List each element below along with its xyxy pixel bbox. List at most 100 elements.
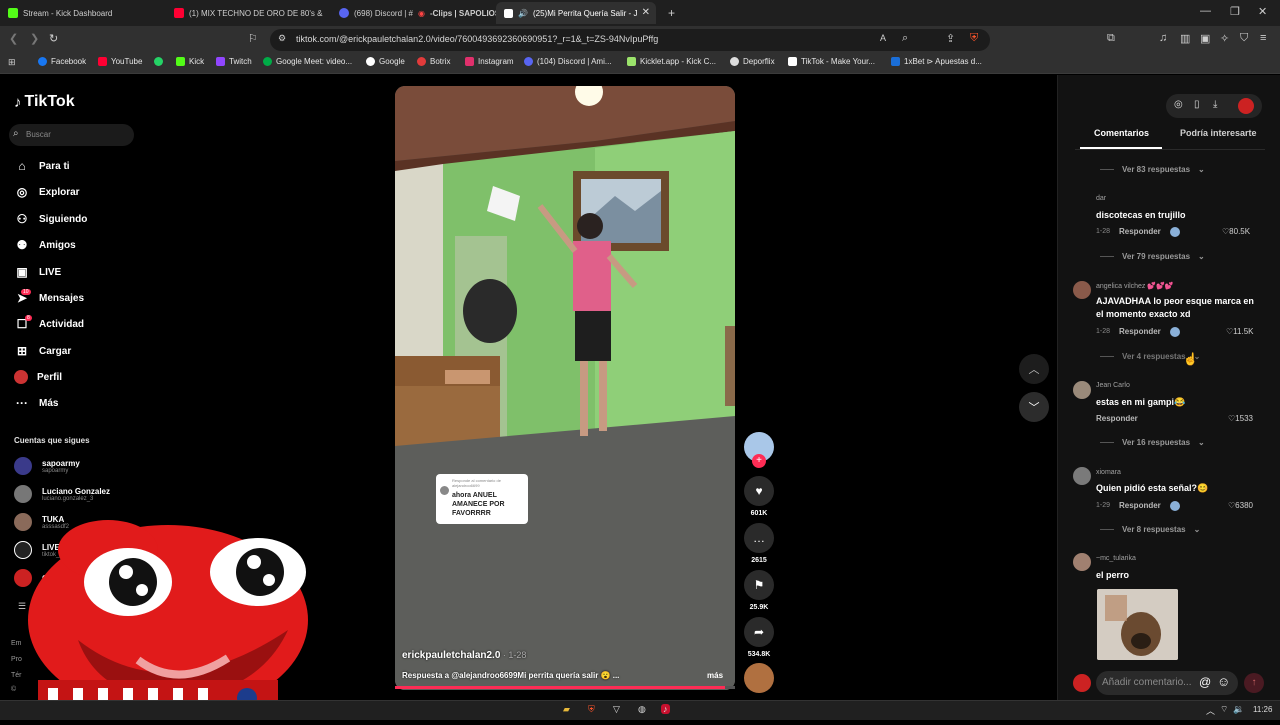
tab-tiktok-active[interactable]: 🔊 (25)Mi Perrita Quería Salir - J ✕: [496, 2, 656, 24]
video-username[interactable]: erickpauletchalan2.0: [402, 650, 500, 661]
bookmark-tiktok[interactable]: TikTok - Make Your...: [788, 57, 875, 66]
media-icon[interactable]: ♫: [1159, 32, 1167, 44]
like-button[interactable]: ♥ 601K: [744, 476, 774, 517]
audio-icon[interactable]: 🔊: [518, 9, 528, 18]
bookmark-youtube[interactable]: YouTube: [98, 57, 142, 66]
network-icon[interactable]: ⌔: [1220, 704, 1228, 715]
extensions-icon[interactable]: ⧉: [1107, 32, 1115, 45]
comment-username[interactable]: xiomara: [1096, 469, 1121, 476]
bookmark-facebook[interactable]: Facebook: [38, 57, 86, 66]
clock[interactable]: 11:26: [1253, 705, 1272, 714]
reply-button[interactable]: Responder: [1096, 414, 1138, 423]
tray-chevron-icon[interactable]: ︿: [1206, 704, 1215, 717]
share-button[interactable]: ➦ 534.8K: [744, 617, 774, 658]
url-text[interactable]: tiktok.com/@erickpauletchalan2.0/video/7…: [296, 34, 658, 44]
comment-username[interactable]: ~mc_tularika: [1096, 555, 1136, 562]
next-video-button[interactable]: ﹀: [1019, 392, 1049, 422]
close-tab-icon[interactable]: ✕: [642, 7, 650, 18]
avatar[interactable]: [1073, 467, 1091, 485]
apps-grid-icon[interactable]: ⊞: [8, 57, 16, 68]
emoji-icon[interactable]: ☺: [1217, 674, 1230, 689]
reload-icon[interactable]: ↻: [49, 32, 58, 45]
avatar[interactable]: [1073, 381, 1091, 399]
compass-icon[interactable]: ◎: [1174, 99, 1183, 110]
tab-discord[interactable]: (698) Discord | # ◉ -Clips | SAPOLIOS: [331, 2, 496, 24]
brave-taskbar-icon[interactable]: ⛨: [588, 704, 595, 715]
comment-username[interactable]: Jean Carlo: [1096, 382, 1130, 389]
file-explorer-icon[interactable]: ▰: [563, 704, 570, 715]
bookmark-twitch[interactable]: Twitch: [216, 57, 252, 66]
reply-button[interactable]: Responder: [1119, 327, 1161, 336]
follow-plus-icon[interactable]: +: [752, 454, 766, 468]
author-avatar-button[interactable]: +: [744, 432, 774, 468]
comment-username[interactable]: dar: [1096, 195, 1106, 202]
nav-cargar[interactable]: ⊞ Cargar: [14, 344, 71, 358]
obs-taskbar-icon[interactable]: ◍: [638, 704, 646, 715]
followed-account[interactable]: Luciano Gonzalez luciano.gonzalez_3: [14, 485, 110, 503]
bookmark-kicklet[interactable]: Kicklet.app - Kick C...: [627, 57, 716, 66]
previous-video-button[interactable]: ︿: [1019, 354, 1049, 384]
nav-mas[interactable]: ··· Más: [14, 396, 58, 410]
bookmark-instagram[interactable]: Instagram: [465, 57, 514, 66]
zoom-icon[interactable]: ⌕: [902, 32, 908, 45]
reply-button[interactable]: Responder: [1119, 501, 1161, 510]
bookmark-discord[interactable]: (104) Discord | Ami...: [524, 57, 612, 66]
tab-podria-interesarte[interactable]: Podría interesarte: [1180, 128, 1257, 138]
new-tab-button[interactable]: +: [660, 2, 680, 24]
bookmark-deporflix[interactable]: Deporflix: [730, 57, 775, 66]
avatar[interactable]: [1073, 553, 1091, 571]
leo-icon[interactable]: ✧: [1220, 32, 1229, 45]
video-progress-bar[interactable]: [395, 686, 735, 689]
wallet-icon[interactable]: ▣: [1200, 32, 1210, 45]
send-button[interactable]: ↑: [1244, 673, 1264, 693]
mention-icon[interactable]: @: [1199, 675, 1211, 689]
forward-icon[interactable]: ❯: [30, 32, 39, 45]
share-icon[interactable]: ⇪: [946, 32, 955, 45]
tiktok-taskbar-icon[interactable]: ♪: [661, 704, 670, 714]
video-player[interactable]: [395, 86, 735, 690]
bookmark-1xbet[interactable]: 1xBet ⊳ Apuestas d...: [891, 57, 982, 66]
site-settings-icon[interactable]: ⚙: [278, 33, 286, 44]
nav-para-ti[interactable]: ⌂ Para ti: [14, 159, 69, 173]
save-button[interactable]: ⚑ 25.9K: [744, 570, 774, 611]
download-icon[interactable]: ⤓: [1213, 99, 1217, 110]
video-author[interactable]: erickpauletchalan2.0 · 1-28: [402, 650, 526, 661]
tab-comentarios[interactable]: Comentarios: [1094, 128, 1149, 138]
sidebar-toggle-icon[interactable]: ▥: [1180, 32, 1190, 45]
translate-icon[interactable]: A: [880, 33, 886, 43]
brave-shield-icon[interactable]: ⛨: [970, 32, 978, 45]
reply-comment-card[interactable]: Responde al comentario de alejandroo6699…: [436, 474, 528, 524]
close-window-icon[interactable]: ✕: [1258, 5, 1267, 18]
comment-like-button[interactable]: ♡1533: [1228, 414, 1253, 423]
nav-explorar[interactable]: ◎ Explorar: [14, 185, 80, 199]
avatar[interactable]: [1073, 281, 1091, 299]
app-taskbar-icon[interactable]: ▽: [613, 704, 620, 715]
bookmark-kick[interactable]: Kick: [176, 57, 204, 66]
nav-amigos[interactable]: ⚉ Amigos: [14, 238, 76, 252]
menu-icon[interactable]: ≡: [1260, 32, 1266, 44]
tab-kick-dashboard[interactable]: Stream - Kick Dashboard: [0, 2, 170, 24]
sound-disc-button[interactable]: [744, 663, 774, 693]
comment-button[interactable]: … 2615: [744, 523, 774, 564]
vpn-icon[interactable]: ⛉: [1240, 32, 1248, 45]
comment-image[interactable]: [1097, 589, 1178, 660]
nav-perfil[interactable]: Perfil: [14, 370, 62, 384]
restore-icon[interactable]: ❐: [1230, 5, 1240, 18]
volume-icon[interactable]: 🔉: [1233, 704, 1244, 715]
comment-like-button[interactable]: ♡80.5K: [1222, 227, 1250, 236]
view-replies-button[interactable]: Ver 79 respuestas ⌄: [1100, 252, 1205, 261]
bookmark-page-icon[interactable]: ⚐: [248, 32, 258, 45]
bookmark-google-meet[interactable]: Google Meet: video...: [263, 57, 352, 66]
view-replies-button[interactable]: Ver 16 respuestas ⌄: [1100, 438, 1205, 447]
comment-like-button[interactable]: ♡11.5K: [1226, 327, 1253, 336]
comment-username[interactable]: angelica vilchez 💕💕💕: [1096, 282, 1174, 290]
bookmark-botrix[interactable]: Botrix: [417, 57, 450, 66]
more-button[interactable]: más: [707, 671, 723, 680]
comment-like-button[interactable]: ♡6380: [1228, 501, 1253, 510]
nav-siguiendo[interactable]: ⚇ Siguiendo: [14, 212, 88, 226]
back-icon[interactable]: ❮: [9, 32, 18, 45]
reply-button[interactable]: Responder: [1119, 227, 1161, 236]
bookmark-google[interactable]: Google: [366, 57, 405, 66]
tab-youtube-mix[interactable]: (1) MIX TECHNO DE ORO DE 80's &: [166, 2, 331, 24]
minimize-icon[interactable]: —: [1200, 5, 1211, 17]
